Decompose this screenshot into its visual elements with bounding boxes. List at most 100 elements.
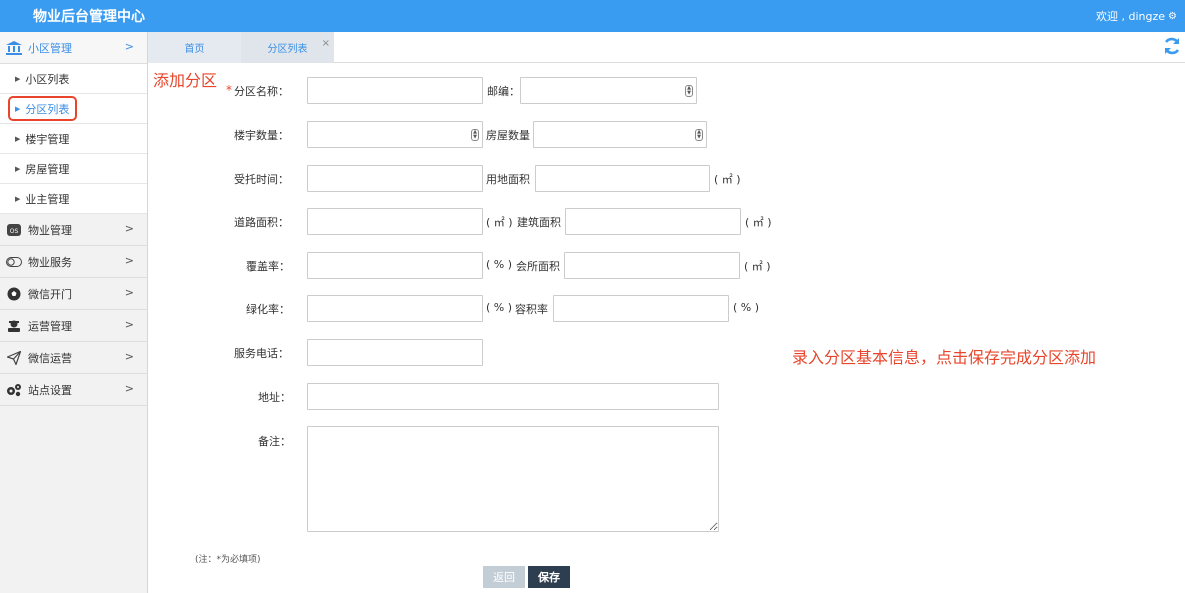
save-button[interactable]: 保存	[528, 566, 570, 588]
caret-right-icon: ▶	[15, 194, 21, 203]
welcome-text: 欢迎 , dingze	[1096, 10, 1166, 23]
construction-area-label: 建筑面积	[517, 216, 561, 229]
coverage-rate-unit: ( % )	[486, 258, 513, 271]
land-area-label: 用地面积	[486, 173, 530, 186]
sidebar-group-label: 物业服务	[28, 255, 72, 269]
chevron-right-icon: >	[124, 286, 134, 299]
service-phone-input[interactable]	[307, 339, 483, 366]
sidebar-group-label: 小区管理	[28, 41, 72, 55]
land-area-input[interactable]	[535, 165, 710, 192]
greening-rate-label: 绿化率：	[246, 303, 290, 316]
plot-ratio-input[interactable]	[553, 295, 729, 322]
coverage-rate-label: 覆盖率：	[246, 260, 290, 273]
spinner-icon[interactable]: ▲ ▼	[685, 85, 693, 97]
annotation-note: 录入分区基本信息，点击保存完成分区添加	[792, 348, 1097, 367]
entrust-time-label: 受托时间：	[234, 173, 289, 186]
house-count-label: 房屋数量	[486, 129, 530, 142]
app-title: 物业后台管理中心	[33, 9, 145, 25]
gears-icon	[5, 383, 23, 397]
chevron-right-icon: >	[124, 350, 134, 363]
sidebar: 小区管理 > ▶ 小区列表 ▶ 分区列表 ▶ 楼宇管理 ▶ 房屋管理 ▶ 业主管…	[0, 32, 148, 593]
greening-rate-input[interactable]	[307, 295, 483, 322]
sidebar-item-label: 小区列表	[25, 72, 70, 86]
chevron-right-icon: >	[124, 222, 134, 235]
building-count-input[interactable]: ▲ ▼	[307, 121, 483, 148]
sidebar-group-label: 微信运营	[28, 351, 72, 365]
road-area-label: 道路面积：	[234, 216, 289, 229]
remarks-textarea[interactable]	[307, 426, 719, 532]
postcode-input[interactable]: ▲ ▼	[520, 77, 697, 104]
coverage-rate-input[interactable]	[307, 252, 483, 279]
sidebar-group-label: 微信开门	[28, 287, 72, 301]
sidebar-item-label: 楼宇管理	[25, 132, 70, 146]
sidebar-group-site-settings[interactable]: 站点设置 >	[0, 374, 147, 406]
zone-name-input[interactable]	[307, 77, 483, 104]
support-agent-icon	[5, 319, 23, 333]
soccer-ball-icon	[5, 287, 23, 301]
annotation-title: 添加分区	[153, 71, 218, 90]
road-area-unit: ( ㎡ )	[486, 216, 513, 229]
construction-area-input[interactable]	[565, 208, 741, 235]
required-footnote: (注：*为必填项)	[195, 555, 261, 565]
tab-home[interactable]: 首页	[148, 32, 241, 63]
sidebar-item-zone-list[interactable]: ▶ 分区列表	[0, 94, 147, 124]
svg-text:OS: OS	[10, 228, 19, 235]
address-input[interactable]	[307, 383, 719, 410]
entrust-time-input[interactable]	[307, 165, 483, 192]
clubhouse-area-input[interactable]	[564, 252, 740, 279]
chevron-right-icon: >	[124, 382, 134, 395]
sidebar-group-label: 物业管理	[28, 223, 72, 237]
chevron-right-icon: >	[124, 318, 134, 331]
sidebar-group-label: 运营管理	[28, 319, 72, 333]
construction-area-unit: ( ㎡ )	[745, 216, 772, 229]
top-bar: 物业后台管理中心 欢迎 , dingze ⚙	[0, 0, 1185, 32]
sidebar-item-owner-management[interactable]: ▶ 业主管理	[0, 184, 147, 214]
user-menu[interactable]: 欢迎 , dingze ⚙	[1096, 8, 1177, 24]
plot-ratio-label: 容积率	[515, 303, 548, 316]
sidebar-group-community[interactable]: 小区管理 >	[0, 32, 147, 64]
tab-label: 首页	[184, 44, 205, 55]
highlight-outline	[8, 96, 77, 121]
greening-rate-unit: ( % )	[486, 301, 513, 314]
sidebar-group-property-service[interactable]: 物业服务 >	[0, 246, 147, 278]
land-area-unit: ( ㎡ )	[714, 173, 741, 186]
zone-name-label: 分区名称：	[234, 85, 289, 98]
sidebar-item-community-list[interactable]: ▶ 小区列表	[0, 64, 147, 94]
sidebar-group-label: 站点设置	[28, 383, 72, 397]
remarks-label: 备注：	[258, 435, 291, 448]
tab-bar: 首页 分区列表 ×	[148, 32, 1185, 63]
road-area-input[interactable]	[307, 208, 483, 235]
caret-right-icon: ▶	[15, 164, 21, 173]
bank-icon	[5, 40, 23, 55]
paper-plane-icon	[5, 350, 23, 365]
caret-right-icon: ▶	[15, 134, 21, 143]
back-button[interactable]: 返回	[483, 566, 525, 588]
house-count-input[interactable]: ▲ ▼	[533, 121, 707, 148]
gear-icon[interactable]: ⚙	[1168, 11, 1177, 22]
sidebar-group-wechat-door[interactable]: 微信开门 >	[0, 278, 147, 310]
spinner-icon[interactable]: ▲ ▼	[695, 129, 703, 141]
plot-ratio-unit: ( % )	[733, 301, 760, 314]
clubhouse-area-unit: ( ㎡ )	[744, 260, 771, 273]
chevron-right-icon: >	[124, 254, 134, 267]
sidebar-group-wechat-operations[interactable]: 微信运营 >	[0, 342, 147, 374]
sidebar-group-property[interactable]: OS 物业管理 >	[0, 214, 147, 246]
os-badge-icon: OS	[5, 223, 23, 237]
sidebar-item-label: 业主管理	[25, 192, 70, 206]
postcode-label: 邮编：	[487, 85, 520, 98]
sidebar-item-building-management[interactable]: ▶ 楼宇管理	[0, 124, 147, 154]
refresh-icon[interactable]	[1162, 36, 1182, 56]
required-mark: *	[226, 83, 232, 97]
close-icon[interactable]: ×	[322, 38, 330, 49]
chevron-right-icon: >	[124, 40, 134, 53]
caret-right-icon: ▶	[15, 74, 21, 83]
sidebar-group-operations[interactable]: 运营管理 >	[0, 310, 147, 342]
service-phone-label: 服务电话：	[234, 347, 289, 360]
address-label: 地址：	[258, 391, 291, 404]
tab-zone-list[interactable]: 分区列表 ×	[241, 32, 334, 63]
toggle-icon	[5, 255, 23, 269]
sidebar-item-house-management[interactable]: ▶ 房屋管理	[0, 154, 147, 184]
spinner-icon[interactable]: ▲ ▼	[471, 129, 479, 141]
sidebar-item-label: 房屋管理	[25, 162, 70, 176]
building-count-label: 楼宇数量：	[234, 129, 289, 142]
